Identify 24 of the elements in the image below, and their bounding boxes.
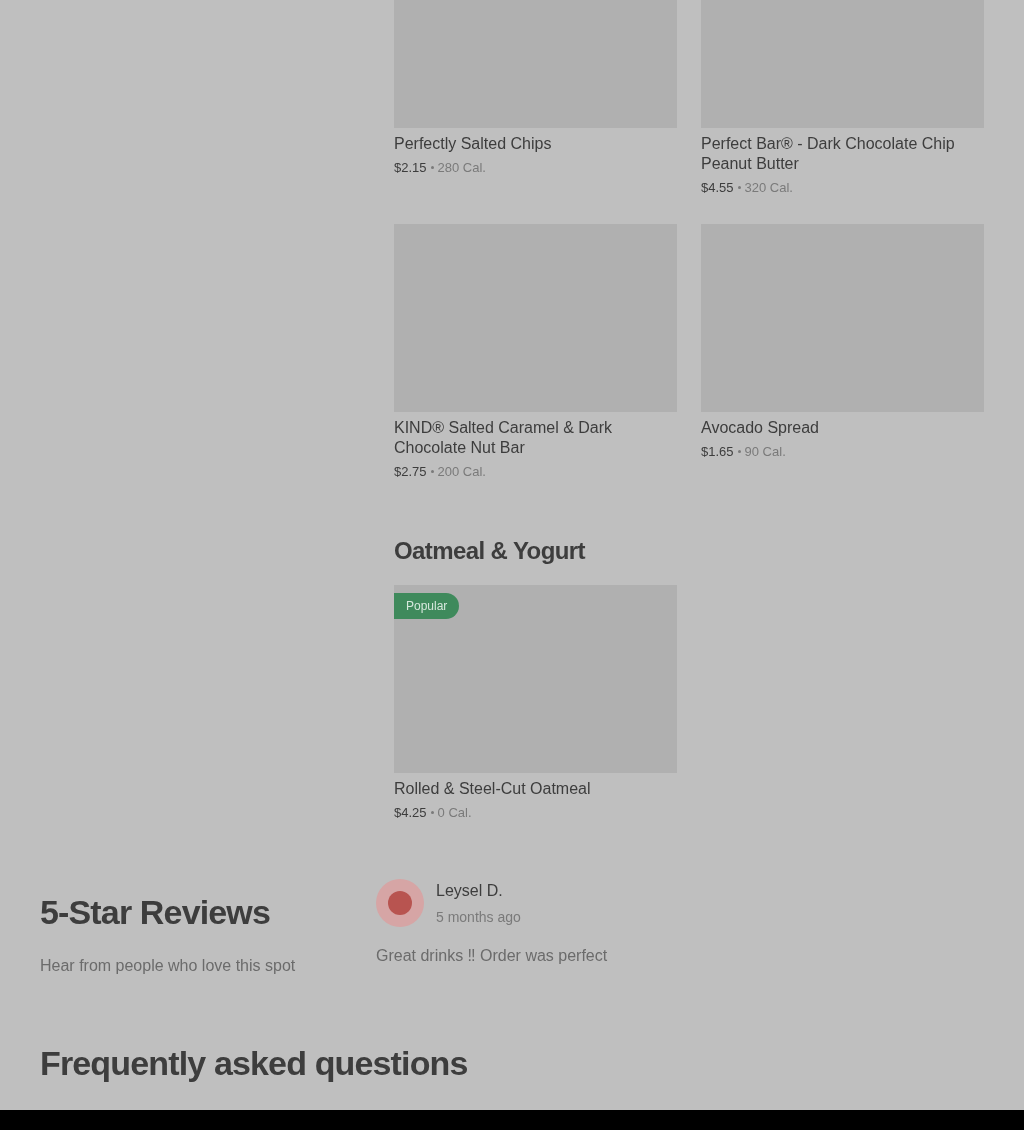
item-name[interactable]: Avocado Spread (701, 417, 819, 438)
item-price: $4.55 (701, 179, 734, 197)
item-name[interactable]: Perfect Bar® - Dark Chocolate Chip Peanut Butter (701, 134, 984, 174)
item-name[interactable]: Rolled & Steel-Cut Oatmeal (394, 779, 591, 799)
reviewer-name: Leysel D. (436, 880, 503, 901)
popular-badge: Popular (394, 593, 460, 619)
section-heading: 5-Star Reviews (40, 891, 270, 933)
review-time: 5 months ago (436, 907, 521, 927)
item-name[interactable]: Perfectly Salted Chips (394, 134, 552, 154)
item-calories: 280 Cal. (437, 159, 486, 177)
item-price: $4.25 (394, 804, 427, 822)
image-placeholder[interactable]: Popular (394, 585, 677, 773)
review-text: Great drinks ‼ Order was perfect (376, 945, 608, 966)
item-price: $2.15 (394, 159, 427, 177)
item-price: $2.75 (394, 462, 427, 481)
item-price: $1.65 (701, 442, 734, 461)
item-calories: 90 Cal. (744, 442, 786, 461)
item-calories: 200 Cal. (437, 462, 486, 481)
item-calories: 320 Cal. (744, 179, 793, 197)
item-calories: 0 Cal. (437, 804, 472, 822)
section-heading: Oatmeal & Yogurt (394, 536, 585, 566)
section-heading: Frequently asked questions (40, 1042, 468, 1084)
section-subtitle: Hear from people who love this spot (40, 955, 296, 976)
item-name[interactable]: KIND® Salted Caramel & Dark Chocolate Nut Bar (394, 417, 677, 458)
